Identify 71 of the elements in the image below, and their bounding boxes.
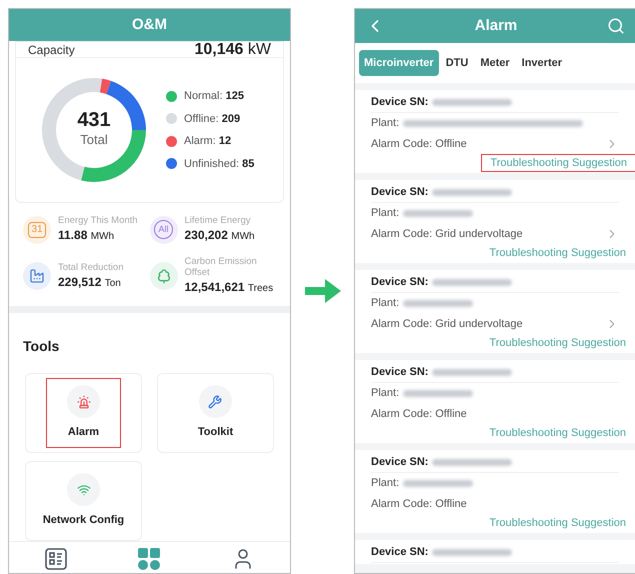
sn-label: Device SN: xyxy=(371,365,428,380)
capacity-label: Capacity xyxy=(28,44,75,56)
sn-label: Device SN: xyxy=(371,185,428,200)
header-title: O&M xyxy=(132,14,167,35)
sn-label: Device SN: xyxy=(371,95,428,110)
tool-label: Toolkit xyxy=(198,425,234,440)
legend-label: Offline: 209 xyxy=(184,112,240,126)
search-icon[interactable] xyxy=(607,17,625,35)
alarm-card[interactable]: Device SN: xyxy=(355,540,635,564)
blurred-value xyxy=(403,210,474,217)
alarm-code: Alarm Code: Offline xyxy=(371,136,467,152)
sn-label: Device SN: xyxy=(371,275,428,290)
tool-tile[interactable]: Toolkit xyxy=(178,378,254,448)
total-label: Total xyxy=(80,131,108,150)
tool-tile[interactable]: Alarm xyxy=(46,378,121,448)
legend-label: Alarm: 12 xyxy=(184,134,232,149)
header-title: Alarm xyxy=(474,16,518,36)
category-tab[interactable]: Meter xyxy=(475,50,515,76)
tool-label: Alarm xyxy=(68,425,100,440)
plant-label: Plant: xyxy=(371,206,400,222)
alarm-card[interactable]: Device SN: Plant: Alarm Code: Grid undervoltage Troubleshooting Suggestion xyxy=(355,270,635,353)
plant-label: Plant: xyxy=(371,296,400,312)
tools-icon xyxy=(208,394,222,409)
sn-label: Device SN: xyxy=(371,545,428,560)
stat-value: 11.88 MWh xyxy=(58,227,116,244)
tool-card[interactable]: Alarm xyxy=(25,373,142,453)
tree-icon xyxy=(156,268,172,284)
calendar-icon: 31 xyxy=(28,222,46,238)
siren-icon xyxy=(76,394,90,409)
alarm-code-row[interactable]: Alarm Code: Grid undervoltage xyxy=(371,314,619,334)
factory-icon xyxy=(29,268,45,284)
stat-label: Carbon Emission Offset xyxy=(184,256,258,278)
right-arrow-icon xyxy=(304,279,340,303)
alarm-code: Alarm Code: Grid undervoltage xyxy=(371,226,523,242)
plant-label: Plant: xyxy=(371,386,400,402)
blurred-value xyxy=(403,480,474,487)
stat-value: 230,202 MWh xyxy=(184,227,255,244)
legend-label: Unfinished: 85 xyxy=(184,156,254,172)
alarm-card[interactable]: Device SN: Plant: Alarm Code: Offline Troubleshooting Suggestion xyxy=(355,360,635,443)
category-tab[interactable]: Inverter xyxy=(516,50,568,76)
blurred-value xyxy=(403,300,474,307)
alarm-code-row[interactable]: Alarm Code: Offline xyxy=(371,404,619,424)
tool-card[interactable]: Toolkit xyxy=(157,373,274,453)
category-tab[interactable]: DTU xyxy=(440,50,474,76)
stat-value: 229,512 Ton xyxy=(58,274,122,290)
stat-label: Energy This Month xyxy=(58,215,138,226)
alarm-code: Alarm Code: Grid undervoltage xyxy=(371,316,523,332)
plant-label: Plant: xyxy=(371,116,400,132)
plant-label: Plant: xyxy=(371,476,400,492)
blurred-value xyxy=(403,390,474,397)
alarm-card[interactable]: Device SN: Plant: Alarm Code: Offline Troubleshooting Suggestion xyxy=(355,450,635,533)
stat-label: Lifetime Energy xyxy=(184,215,252,226)
list-icon[interactable] xyxy=(44,548,66,570)
alarm-code: Alarm Code: Offline xyxy=(371,496,467,512)
capacity-value: 10,146 kW xyxy=(194,42,271,58)
router-icon xyxy=(76,482,90,497)
stat-label: Total Reduction xyxy=(58,262,124,272)
legend-label: Normal: 125 xyxy=(184,89,244,104)
section-title: Tools xyxy=(23,338,60,354)
alarm-code-row[interactable]: Alarm Code: Grid undervoltage xyxy=(371,224,619,244)
alarm-code: Alarm Code: Offline xyxy=(371,406,467,422)
alarm-card[interactable]: Device SN: Plant: Alarm Code: Grid undervoltage Troubleshooting Suggestion xyxy=(355,180,635,263)
alarm-code-row[interactable]: Alarm Code: Offline xyxy=(371,134,619,154)
grid-icon[interactable] xyxy=(138,548,160,570)
stat-value: 12,541,621 Trees xyxy=(184,279,274,296)
tool-label: Network Config xyxy=(42,513,124,528)
total-value: 431 xyxy=(77,110,111,130)
all-icon: All xyxy=(154,220,172,239)
alarm-card[interactable]: Device SN: Plant: Alarm Code: Offline Troubleshooting Suggestion xyxy=(355,90,635,173)
alarm-code-row[interactable]: Alarm Code: Offline xyxy=(371,494,619,514)
sn-label: Device SN: xyxy=(371,455,428,470)
